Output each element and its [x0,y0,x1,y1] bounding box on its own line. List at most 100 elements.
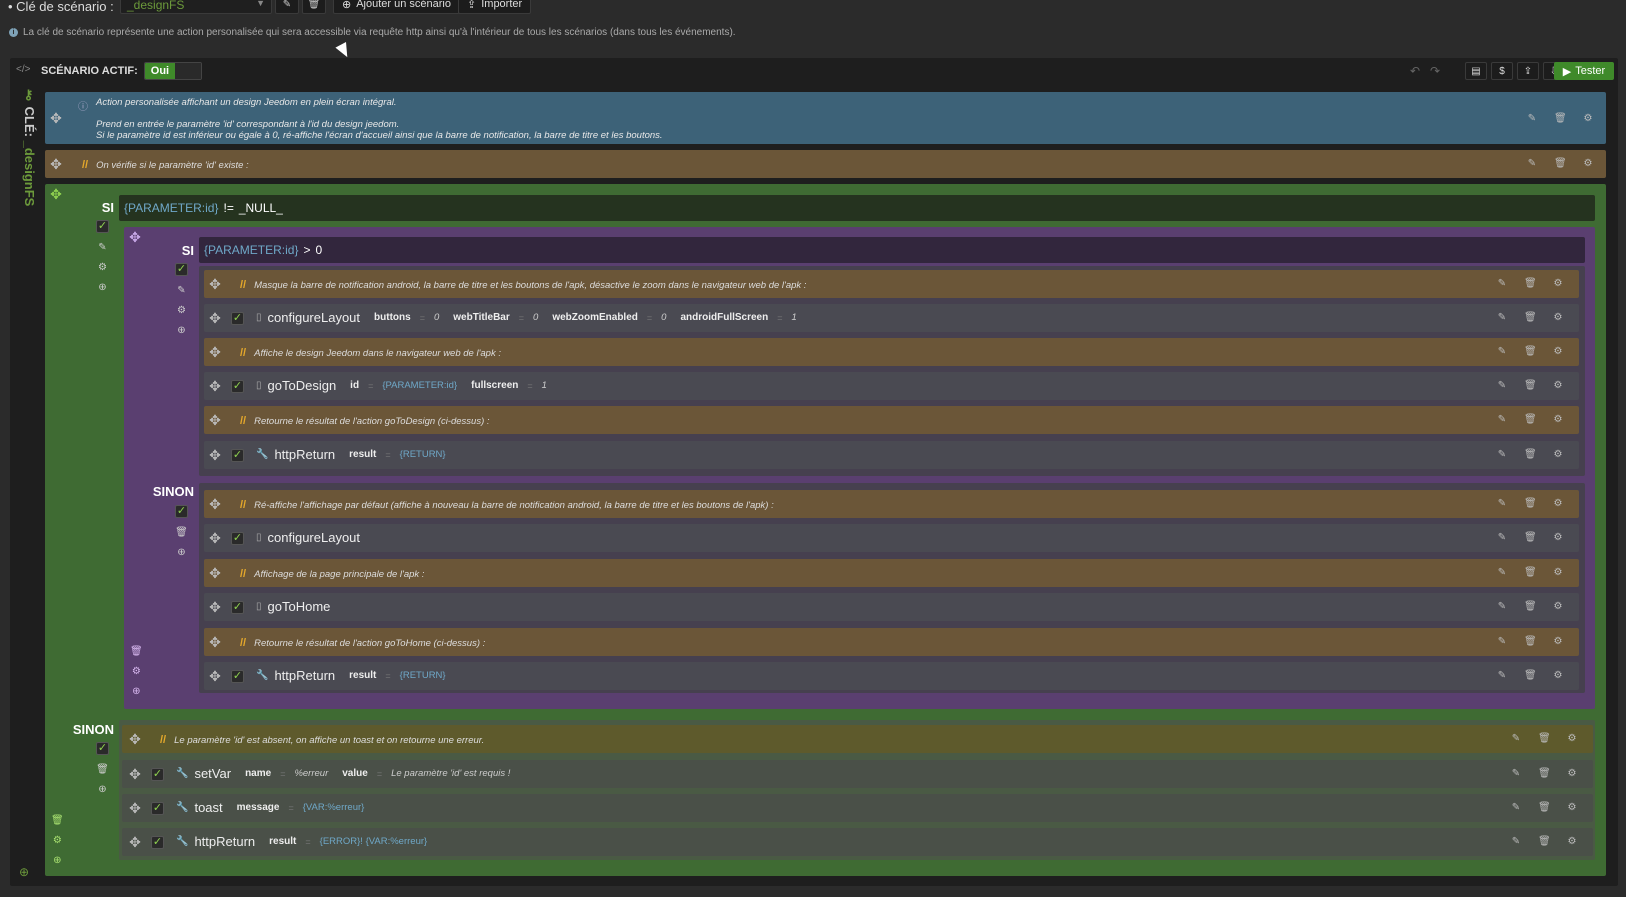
undo-icon[interactable]: ↶ [1410,64,1420,78]
option-value[interactable]: Le paramètre 'id' est requis ! [391,768,510,779]
option-value[interactable]: 0 [661,312,666,323]
import-button[interactable]: ⇪ Importer [458,0,532,14]
arrows-move-icon[interactable]: ✥ [49,156,63,173]
check-icon[interactable]: ✓ [96,220,109,233]
pencil-icon[interactable]: ✎ [1510,836,1522,847]
plus-circle-icon[interactable]: ⊕ [177,325,185,336]
pencil-icon[interactable]: ✎ [1496,449,1508,460]
export-button[interactable]: ⇪ [1517,62,1539,80]
option-value[interactable]: {RETURN} [400,449,446,460]
pencil-icon[interactable]: ✎ [1496,601,1508,612]
pencil-icon[interactable]: ✎ [1496,567,1508,578]
trash-icon[interactable]: 🗑 [1524,346,1537,357]
check-icon[interactable]: ✓ [96,742,109,755]
check-icon[interactable]: ✓ [151,836,164,849]
check-icon[interactable]: ✓ [231,380,244,393]
arrows-move-icon[interactable]: ✥ [128,834,142,851]
arrows-move-icon[interactable]: ✥ [208,310,222,327]
check-icon[interactable]: ✓ [231,670,244,683]
pencil-icon[interactable]: ✎ [1510,733,1522,744]
arrows-move-icon[interactable]: ✥ [128,800,142,817]
trash-icon[interactable]: 🗑 [1524,498,1537,509]
plus-circle-icon[interactable]: ⊕ [177,547,185,558]
gear-icon[interactable]: ⚙ [1552,346,1564,357]
trash-icon[interactable]: 🗑 [1524,567,1537,578]
pencil-icon[interactable]: ✎ [1496,636,1508,647]
trash-icon[interactable]: 🗑 [175,527,188,538]
gear-icon[interactable]: ⚙ [98,262,107,273]
trash-icon[interactable]: 🗑 [1524,312,1537,323]
pencil-icon[interactable]: ✎ [1496,278,1508,289]
arrows-move-icon[interactable]: ✥ [128,731,142,748]
arrows-move-icon[interactable]: ✥ [208,565,222,582]
gear-icon[interactable]: ⚙ [1566,802,1578,813]
inner-condition-field[interactable] [199,237,1585,263]
gear-icon[interactable]: ⚙ [53,835,62,846]
plus-circle-icon[interactable]: ⊕ [132,686,140,697]
gear-icon[interactable]: ⚙ [1566,733,1578,744]
pencil-icon[interactable]: ✎ [1496,414,1508,425]
option-value[interactable]: {ERROR}! {VAR:%erreur} [320,836,428,847]
option-value[interactable]: 1 [792,312,797,323]
check-icon[interactable]: ✓ [175,505,188,518]
check-icon[interactable]: ✓ [151,768,164,781]
gear-icon[interactable]: ⚙ [1552,380,1564,391]
arrows-move-icon[interactable]: ✥ [208,599,222,616]
option-value[interactable]: {PARAMETER:id} [382,380,457,391]
gear-icon[interactable]: ⚙ [1552,449,1564,460]
edit-key-button[interactable]: ✎ [275,0,299,14]
arrows-move-icon[interactable]: ✥ [208,276,222,293]
trash-icon[interactable]: 🗑 [51,815,64,826]
check-icon[interactable]: ✓ [175,263,188,276]
redo-icon[interactable]: ↷ [1430,64,1440,78]
option-value[interactable]: {VAR:%erreur} [303,802,365,813]
test-button[interactable]: ▶ Tester [1554,62,1614,80]
delete-key-button[interactable]: 🗑 [302,0,326,14]
trash-icon[interactable]: 🗑 [1524,601,1537,612]
option-value[interactable]: 0 [533,312,538,323]
add-scenario-button[interactable]: ⊕ Ajouter un scénario [333,0,460,14]
check-icon[interactable]: ✓ [231,532,244,545]
trash-icon[interactable]: 🗑 [1524,670,1537,681]
gear-icon[interactable]: ⚙ [1582,158,1594,169]
arrows-move-icon[interactable]: ✥ [208,378,222,395]
pencil-icon[interactable]: ✎ [1496,312,1508,323]
pencil-icon[interactable]: ✎ [1496,532,1508,543]
dollar-button[interactable]: $ [1491,62,1513,80]
gear-icon[interactable]: ⚙ [1566,836,1578,847]
plus-circle-icon[interactable]: ⊕ [53,855,61,866]
pencil-icon[interactable]: ✎ [1496,346,1508,357]
gear-icon[interactable]: ⚙ [1552,636,1564,647]
pencil-icon[interactable]: ✎ [1496,380,1508,391]
trash-icon[interactable]: 🗑 [1524,636,1537,647]
trash-icon[interactable]: 🗑 [1538,802,1551,813]
pencil-icon[interactable]: ✎ [1496,498,1508,509]
arrows-move-icon[interactable]: ✥ [208,634,222,651]
pencil-icon[interactable]: ✎ [177,285,185,296]
pencil-icon[interactable]: ✎ [1496,670,1508,681]
code-icon[interactable]: </> [16,64,30,75]
plus-circle-icon[interactable]: ⊕ [19,865,29,879]
pencil-icon[interactable]: ✎ [1526,158,1538,169]
gear-icon[interactable]: ⚙ [132,666,141,677]
arrows-move-icon[interactable]: ✥ [49,186,63,203]
trash-icon[interactable]: 🗑 [1554,113,1567,124]
active-toggle[interactable]: Oui [143,62,203,80]
gear-icon[interactable]: ⚙ [177,305,186,316]
gear-icon[interactable]: ⚙ [1552,498,1564,509]
gear-icon[interactable]: ⚙ [1552,567,1564,578]
trash-icon[interactable]: 🗑 [1524,278,1537,289]
option-value[interactable]: 0 [434,312,439,323]
pencil-icon[interactable]: ✎ [98,242,106,253]
check-icon[interactable]: ✓ [231,601,244,614]
option-value[interactable]: 1 [542,380,547,391]
gear-icon[interactable]: ⚙ [1552,601,1564,612]
gear-icon[interactable]: ⚙ [1566,768,1578,779]
arrows-move-icon[interactable]: ✥ [208,447,222,464]
arrows-move-icon[interactable]: ✥ [208,344,222,361]
option-value[interactable]: {RETURN} [400,670,446,681]
option-value[interactable]: %erreur [294,768,328,779]
gear-icon[interactable]: ⚙ [1552,414,1564,425]
gear-icon[interactable]: ⚙ [1552,312,1564,323]
check-icon[interactable]: ✓ [231,449,244,462]
